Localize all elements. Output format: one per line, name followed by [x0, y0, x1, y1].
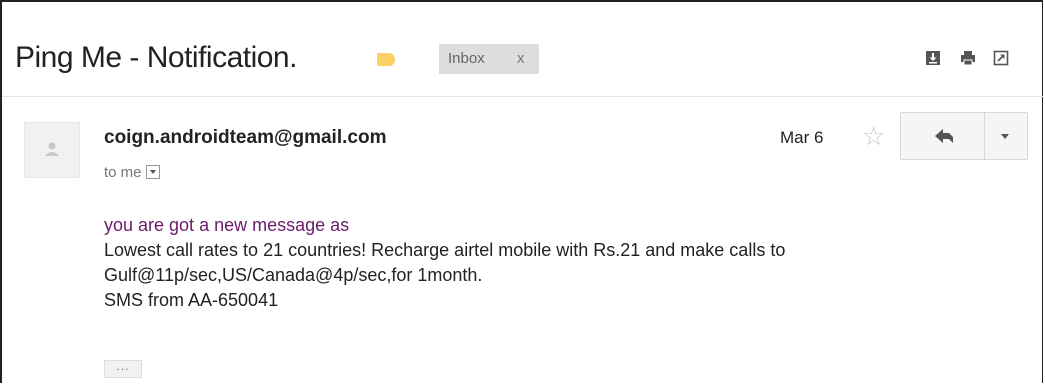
message-date: Mar 6	[780, 128, 824, 147]
message-line: SMS from AA-650041	[104, 290, 279, 310]
reply-icon	[935, 129, 953, 143]
remove-label-button[interactable]: x	[517, 44, 525, 74]
download-icon[interactable]	[925, 50, 941, 66]
show-trimmed-content-button[interactable]: ...	[104, 360, 142, 378]
print-icon[interactable]	[960, 50, 976, 66]
label-marker-icon[interactable]	[377, 53, 395, 66]
inbox-label-chip[interactable]: Inbox x	[439, 44, 539, 74]
sender-address[interactable]: coign.androidteam@gmail.com	[104, 127, 386, 149]
email-subject: Ping Me - Notification.	[15, 41, 297, 74]
message-line: Gulf@11p/sec,US/Canada@4p/sec,for 1month…	[104, 265, 483, 285]
show-details-dropdown-icon[interactable]	[145, 165, 160, 179]
recipient-text: to me	[104, 164, 142, 181]
message-line: Lowest call rates to 21 countries! Recha…	[104, 240, 786, 260]
message-intro: you are got a new message as	[104, 215, 350, 235]
new-window-icon[interactable]	[993, 50, 1009, 66]
star-outline-icon[interactable]: ☆	[862, 122, 885, 150]
inbox-label-text: Inbox	[448, 50, 485, 67]
reply-button[interactable]	[900, 112, 985, 160]
more-options-button[interactable]	[984, 112, 1028, 160]
recipient-line: to me	[104, 164, 160, 181]
message-body: you are got a new message as Lowest call…	[104, 213, 1004, 313]
avatar	[24, 122, 80, 178]
email-header: Ping Me - Notification. Inbox x	[2, 2, 1043, 97]
person-icon	[45, 142, 59, 156]
